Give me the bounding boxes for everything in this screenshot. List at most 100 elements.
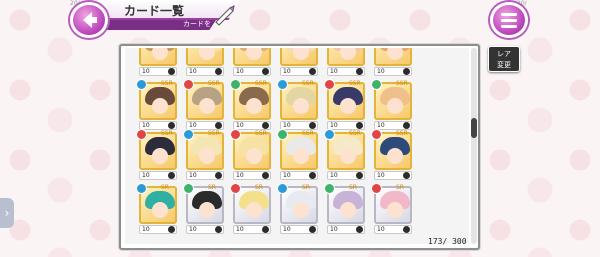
rarity-label: SSR	[349, 80, 361, 87]
card-tile[interactable]: SSR10	[230, 129, 271, 180]
card-tile[interactable]: SSR10	[139, 48, 177, 76]
card-tile[interactable]: SSR10	[233, 48, 271, 76]
card-tile[interactable]: SR 10	[230, 183, 271, 234]
card-tile[interactable]: SSR10	[371, 129, 412, 180]
card-tile[interactable]: SSR 10	[136, 79, 177, 130]
attribute-gem-icon	[230, 79, 241, 90]
type-dot-icon	[215, 122, 222, 129]
card-tile[interactable]: SSR 10	[324, 79, 365, 130]
card-tile[interactable]: SSR10	[136, 129, 177, 180]
menu-bar-icon	[501, 12, 517, 16]
type-dot-icon	[215, 68, 222, 75]
rarity-label: SSR	[349, 130, 361, 137]
menu-button[interactable]	[490, 2, 528, 38]
rarity-label: SSR	[161, 80, 173, 87]
rarity-label: SSR	[255, 130, 267, 137]
type-dot-icon	[309, 172, 316, 179]
card-portrait-frame	[139, 48, 177, 66]
card-tile[interactable]: SR 10	[371, 183, 412, 234]
card-portrait-frame	[233, 48, 271, 66]
card-tile[interactable]: SSR 10	[183, 129, 224, 180]
card-tile[interactable]: SSR10	[277, 79, 318, 130]
page-title: カード一覧	[124, 4, 185, 18]
character-face	[199, 202, 215, 218]
card-grid: SSR 10 SSR 10 SSR 10 SSR 10 SSR 10 SSR 10 SSR 10 SSR 10…	[125, 48, 469, 244]
card-level-text: 10	[236, 226, 244, 233]
card-count-max: 300	[452, 237, 467, 246]
card-level-bar: 10	[327, 121, 365, 130]
menu-bar-icon	[501, 18, 517, 22]
menu-bar-icon	[501, 24, 517, 28]
change-label: 変更	[497, 61, 511, 69]
card-level-text: 10	[189, 172, 197, 179]
card-tile[interactable]: SR 10	[277, 183, 318, 234]
type-dot-icon	[356, 122, 363, 129]
card-tile[interactable]: SR 10	[136, 183, 177, 234]
character-face	[246, 98, 262, 114]
card-level-bar: 10	[186, 225, 224, 234]
back-button[interactable]	[70, 2, 108, 38]
type-dot-icon	[356, 226, 363, 233]
card-level-text: 10	[377, 122, 385, 129]
card-level-bar: 10	[374, 121, 412, 130]
card-level-text: 10	[236, 122, 244, 129]
card-tile[interactable]: SSR10	[277, 129, 318, 180]
card-tile[interactable]: SR 10	[324, 183, 365, 234]
attribute-gem-icon	[230, 183, 241, 194]
type-dot-icon	[262, 172, 269, 179]
rarity-label: SR	[208, 184, 216, 191]
scrollbar[interactable]	[471, 48, 477, 244]
rarity-label: SSR	[396, 130, 408, 137]
card-level-text: 10	[330, 122, 338, 129]
character-face	[246, 202, 262, 218]
card-level-bar: 10	[327, 171, 365, 180]
character-face	[199, 98, 215, 114]
card-tile[interactable]: SSR10	[374, 48, 412, 76]
card-level-text: 10	[330, 172, 338, 179]
card-tile[interactable]: SSR10	[230, 79, 271, 130]
rarity-label: SSR	[208, 130, 220, 137]
attribute-gem-icon	[324, 183, 335, 194]
character-face	[246, 148, 262, 164]
card-level-bar: 10	[280, 171, 318, 180]
type-dot-icon	[168, 226, 175, 233]
page-subtitle: カードを	[183, 20, 211, 28]
attribute-gem-icon	[277, 79, 288, 90]
character-face	[293, 148, 309, 164]
card-count-separator: /	[442, 237, 448, 246]
card-tile[interactable]: SSR10	[183, 79, 224, 130]
card-level-text: 10	[142, 122, 150, 129]
card-tile[interactable]: SSR 10	[324, 129, 365, 180]
card-level-text: 10	[330, 226, 338, 233]
card-level-bar: 10	[139, 121, 177, 130]
type-dot-icon	[309, 226, 316, 233]
card-tile[interactable]: SR 10	[183, 183, 224, 234]
card-level-bar: 10	[327, 225, 365, 234]
type-dot-icon	[403, 122, 410, 129]
card-tile[interactable]: SSR10	[186, 48, 224, 76]
card-level-text: 10	[142, 226, 150, 233]
card-portrait-frame	[280, 48, 318, 66]
rare-change-button[interactable]: レア 変更	[488, 46, 520, 72]
attribute-gem-icon	[277, 183, 288, 194]
attribute-gem-icon	[136, 129, 147, 140]
attribute-gem-icon	[183, 79, 194, 90]
card-level-bar: 10	[280, 225, 318, 234]
character-face	[152, 148, 168, 164]
card-level-bar: 10	[139, 67, 177, 76]
attribute-gem-icon	[371, 79, 382, 90]
type-dot-icon	[262, 226, 269, 233]
attribute-gem-icon	[183, 183, 194, 194]
card-portrait-frame	[327, 48, 365, 66]
scrollbar-thumb[interactable]	[471, 118, 477, 138]
type-dot-icon	[403, 226, 410, 233]
pen-icon	[215, 5, 235, 26]
card-tile[interactable]: SSR10	[327, 48, 365, 76]
rarity-label: SSR	[302, 80, 314, 87]
rare-label: レア	[497, 50, 511, 58]
card-tile[interactable]: SSR10	[280, 48, 318, 76]
card-level-bar: 10	[139, 171, 177, 180]
side-drawer-tab[interactable]: ›	[0, 198, 14, 228]
card-tile[interactable]: SSR10	[371, 79, 412, 130]
card-level-bar: 10	[139, 225, 177, 234]
